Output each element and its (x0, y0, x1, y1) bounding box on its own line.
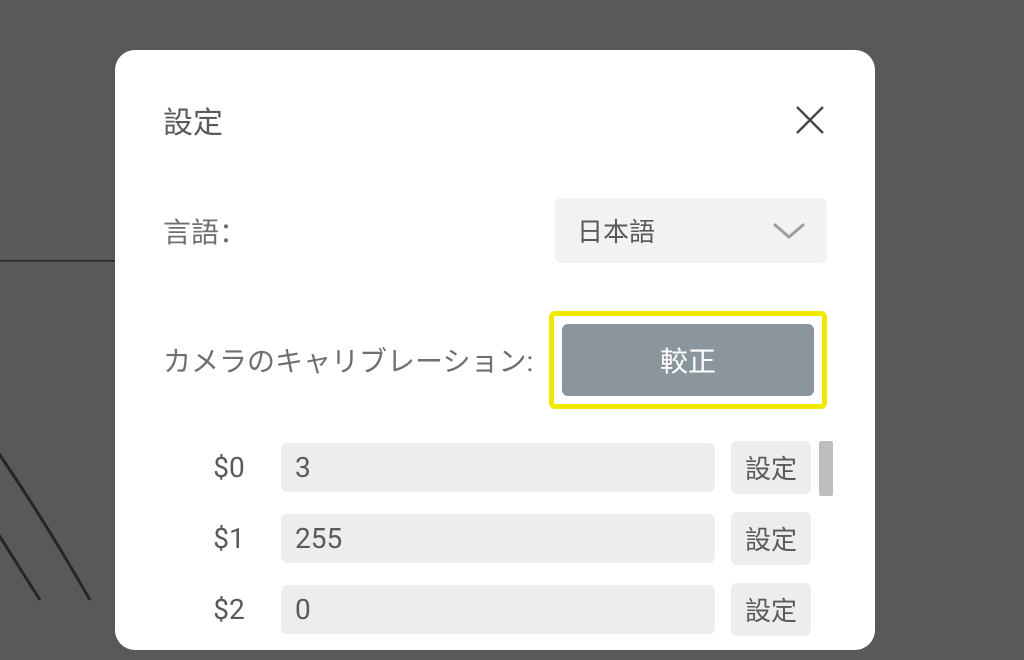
setting-button-2[interactable]: 設定 (731, 583, 811, 636)
setting-row: $0 設定 (193, 441, 811, 494)
calibration-button[interactable]: 較正 (562, 324, 814, 396)
settings-modal: 設定 言語： 日本語 カメラのキャリブレーション: 較正 $0 設定 (115, 50, 875, 650)
calibration-row: カメラのキャリブレーション: 較正 (163, 311, 827, 409)
setting-button-1[interactable]: 設定 (731, 512, 811, 565)
close-icon[interactable] (793, 103, 827, 137)
setting-button-0[interactable]: 設定 (731, 441, 811, 494)
modal-title: 設定 (163, 98, 223, 142)
settings-list: $0 設定 $1 設定 $2 設定 (163, 441, 827, 636)
setting-key-1: $1 (193, 522, 265, 555)
chevron-down-icon (773, 222, 805, 240)
scrollbar-thumb[interactable] (819, 441, 833, 496)
setting-input-2[interactable] (281, 585, 715, 634)
setting-row: $1 設定 (193, 512, 811, 565)
calibration-highlight: 較正 (549, 311, 827, 409)
language-select[interactable]: 日本語 (555, 198, 827, 263)
setting-row: $2 設定 (193, 583, 811, 636)
language-label: 言語： (163, 211, 247, 251)
modal-header: 設定 (163, 98, 827, 142)
setting-key-0: $0 (193, 451, 265, 484)
setting-input-1[interactable] (281, 514, 715, 563)
setting-input-0[interactable] (281, 443, 715, 492)
language-value: 日本語 (577, 212, 655, 249)
language-row: 言語： 日本語 (163, 198, 827, 263)
calibration-label: カメラのキャリブレーション: (163, 340, 533, 380)
setting-key-2: $2 (193, 593, 265, 626)
